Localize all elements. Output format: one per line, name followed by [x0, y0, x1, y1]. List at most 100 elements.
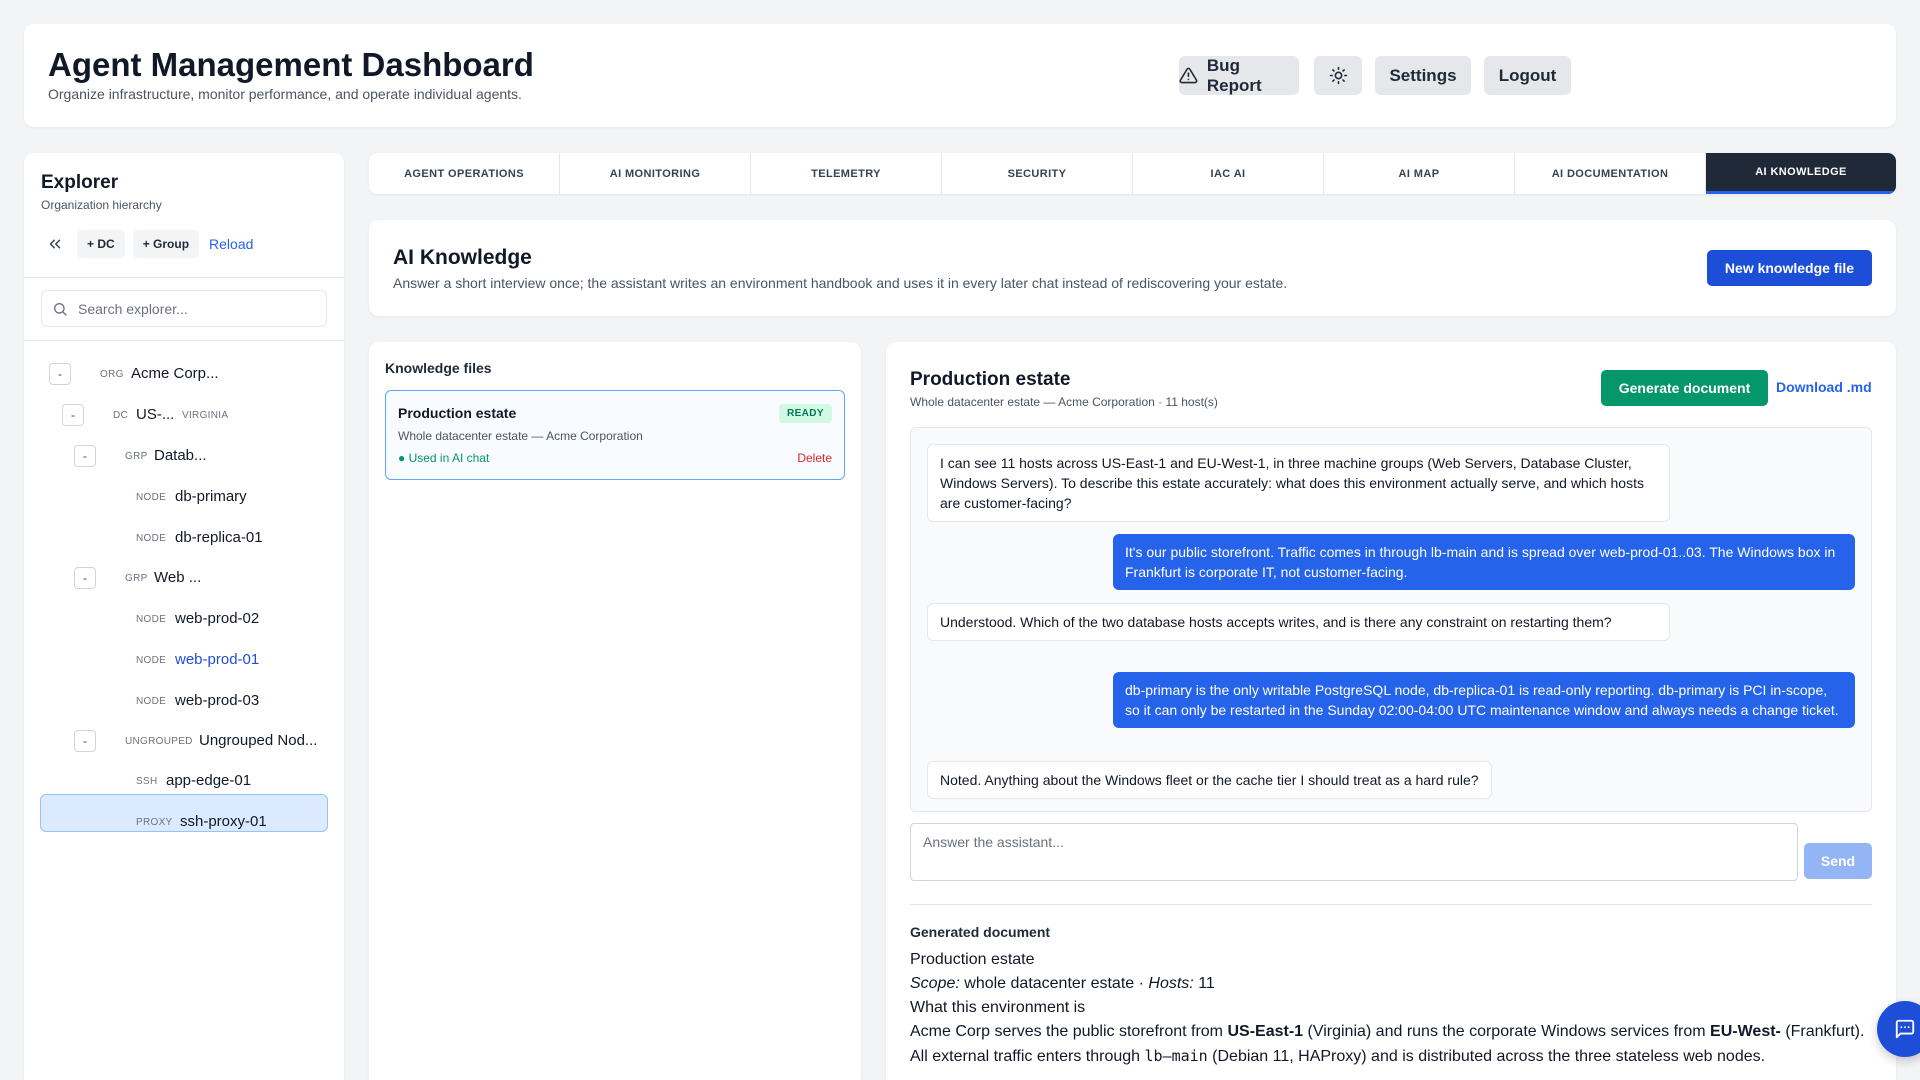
- tab-ai-documentation[interactable]: AI DOCUMENTATION: [1515, 153, 1706, 194]
- tree-type: UNGROUPED: [125, 736, 193, 747]
- doc-hosts-label: Hosts:: [1148, 975, 1194, 992]
- chevrons-left-icon: [49, 239, 61, 249]
- tree-name: US-...: [136, 406, 175, 423]
- tab-ai-knowledge[interactable]: AI KNOWLEDGE: [1706, 153, 1896, 194]
- tree-item-node[interactable]: NODE db-primary: [24, 478, 344, 516]
- tree-item-node[interactable]: NODE web-prod-02: [24, 600, 344, 638]
- explorer-title: Explorer: [41, 172, 119, 193]
- tree-name: Acme Corp...: [131, 365, 219, 382]
- assistant-message: Understood. Which of the two database ho…: [927, 603, 1670, 641]
- explorer-subtitle: Organization hierarchy: [41, 198, 162, 212]
- tree-name: web-prod-03: [175, 692, 260, 709]
- tree-item-ssh[interactable]: SSH app-edge-01: [24, 762, 344, 800]
- tree-item-node[interactable]: NODE web-prod-03: [24, 682, 344, 720]
- tree-item-node[interactable]: NODE db-replica-01: [24, 519, 344, 557]
- assistant-message: I can see 11 hosts across US-East-1 and …: [927, 444, 1670, 522]
- send-button[interactable]: Send: [1804, 843, 1872, 879]
- doc-section-heading: What this environment is: [910, 999, 1086, 1016]
- download-md-link[interactable]: Download .md: [1776, 379, 1872, 395]
- explorer-search[interactable]: [41, 290, 327, 327]
- new-knowledge-file-button[interactable]: New knowledge file: [1707, 250, 1872, 286]
- settings-button[interactable]: Settings: [1375, 56, 1471, 95]
- doc-text: nodes.: [1717, 1048, 1766, 1065]
- sun-icon: [1329, 66, 1347, 85]
- tree-item-group-web[interactable]: - GRP Web ...: [24, 559, 344, 597]
- tab-iac-ai[interactable]: IAC AI: [1133, 153, 1324, 194]
- tree-name: Ungrouped Nod...: [199, 732, 318, 749]
- tree-type: NODE: [136, 655, 167, 666]
- tree-item-proxy[interactable]: PROXY ssh-proxy-01: [24, 803, 344, 841]
- tree-name: web-prod-01: [175, 651, 260, 668]
- file-description: Whole datacenter estate — Acme Corporati…: [398, 429, 643, 443]
- knowledge-header: AI Knowledge Answer a short interview on…: [369, 220, 1896, 316]
- app-header: Agent Management Dashboard Organize infr…: [24, 24, 1896, 127]
- tree-type: NODE: [136, 533, 167, 544]
- add-group-button[interactable]: + Group: [132, 230, 200, 258]
- tab-security[interactable]: SECURITY: [942, 153, 1133, 194]
- collapse-toggle[interactable]: -: [49, 363, 71, 385]
- bug-report-button[interactable]: Bug Report: [1179, 56, 1299, 95]
- tab-telemetry[interactable]: TELEMETRY: [751, 153, 942, 194]
- page-subtitle: Organize infrastructure, monitor perform…: [48, 86, 522, 102]
- tab-agent-operations[interactable]: AGENT OPERATIONS: [369, 153, 560, 194]
- knowledge-files-panel: Knowledge files Production estate READY …: [369, 342, 861, 1080]
- tab-ai-monitoring[interactable]: AI MONITORING: [560, 153, 751, 194]
- doc-hosts-value: 11: [1198, 975, 1215, 992]
- add-dc-button[interactable]: + DC: [77, 230, 125, 258]
- collapse-toggle[interactable]: -: [74, 730, 96, 752]
- tree-name: Web ...: [154, 569, 202, 586]
- tree-type: SSH: [136, 776, 158, 787]
- tree-type: ORG: [100, 369, 124, 380]
- doc-text: Acme Corp serves the public storefront f…: [910, 1023, 1224, 1040]
- doc-scope-label: Scope:: [910, 975, 960, 992]
- logout-button[interactable]: Logout: [1484, 56, 1571, 95]
- collapse-toggle[interactable]: -: [74, 567, 96, 589]
- chat-meta: Whole datacenter estate — Acme Corporati…: [910, 395, 1218, 409]
- search-icon: [54, 302, 67, 316]
- chat-title: Production estate: [910, 369, 1071, 390]
- tree-name: Datab...: [154, 447, 207, 464]
- answer-input[interactable]: [910, 823, 1798, 881]
- status-badge: READY: [778, 404, 832, 423]
- generate-document-button[interactable]: Generate document: [1601, 370, 1768, 406]
- collapse-toggle[interactable]: -: [74, 445, 96, 467]
- tree-type: NODE: [136, 614, 167, 625]
- search-input[interactable]: [78, 300, 298, 317]
- tree-type: NODE: [136, 696, 167, 707]
- tree-type: GRP: [125, 451, 148, 462]
- tree-item-ungrouped[interactable]: - UNGROUPED Ungrouped Nod...: [24, 722, 344, 760]
- doc-region: EU-West-: [1710, 1023, 1781, 1040]
- knowledge-file-card[interactable]: Production estate READY Whole datacenter…: [385, 390, 845, 480]
- tree-item-dc[interactable]: - DC US-... VIRGINIA: [24, 396, 344, 434]
- collapse-toggle[interactable]: -: [62, 404, 84, 426]
- tree-item-node-selected[interactable]: NODE web-prod-01: [24, 641, 344, 679]
- tree-type: NODE: [136, 492, 167, 503]
- generated-document-label: Generated document: [910, 924, 1051, 940]
- doc-region: US-East-1: [1227, 1023, 1304, 1040]
- warning-triangle-icon: [1179, 67, 1198, 84]
- tree-item-group-database[interactable]: - GRP Datab...: [24, 437, 344, 475]
- explorer-sidebar: Explorer Organization hierarchy + DC + G…: [24, 153, 344, 1080]
- chat-bubble-icon: [1895, 1019, 1915, 1039]
- reload-link[interactable]: Reload: [209, 236, 253, 252]
- tree-item-org[interactable]: - ORG Acme Corp...: [24, 355, 344, 393]
- files-label: Knowledge files: [385, 360, 492, 376]
- tree-type: PROXY: [136, 817, 173, 828]
- explorer-toolbar: + DC + Group Reload: [41, 230, 253, 258]
- doc-scope-value: whole datacenter estate ·: [964, 975, 1144, 992]
- tree-region: VIRGINIA: [182, 410, 229, 421]
- tab-ai-map[interactable]: AI MAP: [1324, 153, 1515, 194]
- chat-transcript[interactable]: I can see 11 hosts across US-East-1 and …: [910, 427, 1872, 812]
- tree-name: web-prod-02: [175, 610, 260, 627]
- knowledge-chat-panel: Production estate Whole datacenter estat…: [886, 342, 1896, 1080]
- doc-heading: Production estate: [910, 951, 1035, 968]
- tree-name: ssh-proxy-01: [180, 813, 267, 830]
- tree-name: app-edge-01: [166, 772, 252, 789]
- generated-document: Production estate Scope: whole datacente…: [910, 948, 1872, 1069]
- divider: [24, 277, 344, 278]
- file-name: Production estate: [398, 405, 517, 421]
- delete-file-button[interactable]: Delete: [797, 451, 832, 465]
- assistant-message: Noted. Anything about the Windows fleet …: [927, 761, 1492, 799]
- theme-toggle-button[interactable]: [1314, 56, 1362, 95]
- collapse-sidebar-button[interactable]: [41, 230, 69, 258]
